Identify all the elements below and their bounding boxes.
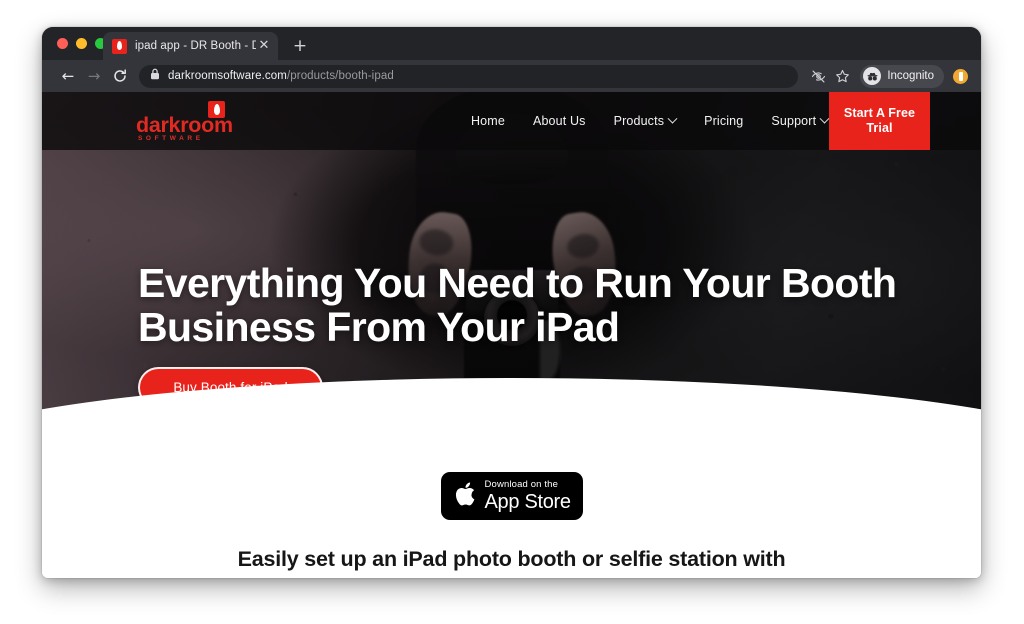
badge-text: Download on the App Store — [484, 479, 572, 513]
tab-strip: ipad app - DR Booth - Darkroom ✕ + — [42, 27, 981, 60]
logo-subtext: SOFTWARE — [138, 135, 204, 142]
plus-icon[interactable]: + — [290, 36, 310, 56]
tab-title: ipad app - DR Booth - Darkroom — [135, 40, 256, 52]
url-path: /products/booth-ipad — [286, 70, 394, 82]
logo-wordmark: darkroom — [136, 113, 233, 137]
minimize-window-button[interactable] — [76, 38, 87, 49]
badge-line-1: Download on the — [484, 479, 559, 491]
nav-item-products[interactable]: Products — [600, 113, 691, 128]
browser-toolbar: ← → darkroomsoftware.com/products/booth-… — [42, 60, 981, 92]
chevron-down-icon — [667, 113, 678, 124]
page-viewport: darkroom SOFTWARE Home About Us Products… — [42, 92, 981, 578]
window-traffic-lights — [57, 38, 106, 49]
back-arrow-icon[interactable]: ← — [55, 63, 81, 89]
darkroom-droplet-icon — [112, 38, 127, 54]
apple-logo-icon — [454, 481, 476, 512]
site-header: darkroom SOFTWARE Home About Us Products… — [42, 92, 981, 150]
star-icon[interactable] — [830, 64, 854, 88]
nav-label: Support — [771, 114, 817, 128]
buy-booth-for-ipad-button[interactable]: Buy Booth for iPad — [138, 367, 323, 408]
start-free-trial-button[interactable]: Start A Free Trial — [829, 92, 930, 150]
nav-item-home[interactable]: Home — [457, 114, 519, 128]
forward-arrow-icon[interactable]: → — [81, 63, 107, 89]
url-domain: darkroomsoftware.com — [168, 70, 287, 82]
incognito-label: Incognito — [887, 70, 934, 82]
browser-window: ipad app - DR Booth - Darkroom ✕ + ← → d… — [42, 27, 981, 578]
reload-icon[interactable] — [107, 63, 133, 89]
nav-label: About Us — [532, 114, 586, 128]
hero-headline: Everything You Need to Run Your Booth Bu… — [138, 260, 897, 350]
incognito-indicator[interactable]: Incognito — [860, 64, 944, 88]
close-window-button[interactable] — [57, 38, 68, 49]
nav-label: Home — [471, 114, 505, 128]
browser-tab[interactable]: ipad app - DR Booth - Darkroom ✕ — [103, 32, 278, 60]
lock-icon — [150, 67, 160, 85]
url-text: darkroomsoftware.com/products/booth-ipad — [168, 70, 394, 82]
incognito-spy-icon — [863, 67, 882, 85]
nav-label: Products — [613, 114, 665, 128]
profile-avatar-icon[interactable] — [953, 68, 968, 84]
address-bar[interactable]: darkroomsoftware.com/products/booth-ipad — [139, 64, 799, 88]
eye-off-icon[interactable] — [806, 64, 830, 88]
section-subheading: Easily set up an iPad photo booth or sel… — [237, 547, 786, 571]
nav-label: Pricing — [704, 114, 744, 128]
nav-item-pricing[interactable]: Pricing — [690, 114, 757, 128]
close-icon[interactable]: ✕ — [256, 38, 272, 54]
nav-item-about-us[interactable]: About Us — [519, 114, 600, 128]
app-store-badge[interactable]: Download on the App Store — [440, 472, 583, 520]
badge-line-2: App Store — [484, 490, 572, 513]
site-logo[interactable]: darkroom SOFTWARE — [136, 101, 246, 142]
